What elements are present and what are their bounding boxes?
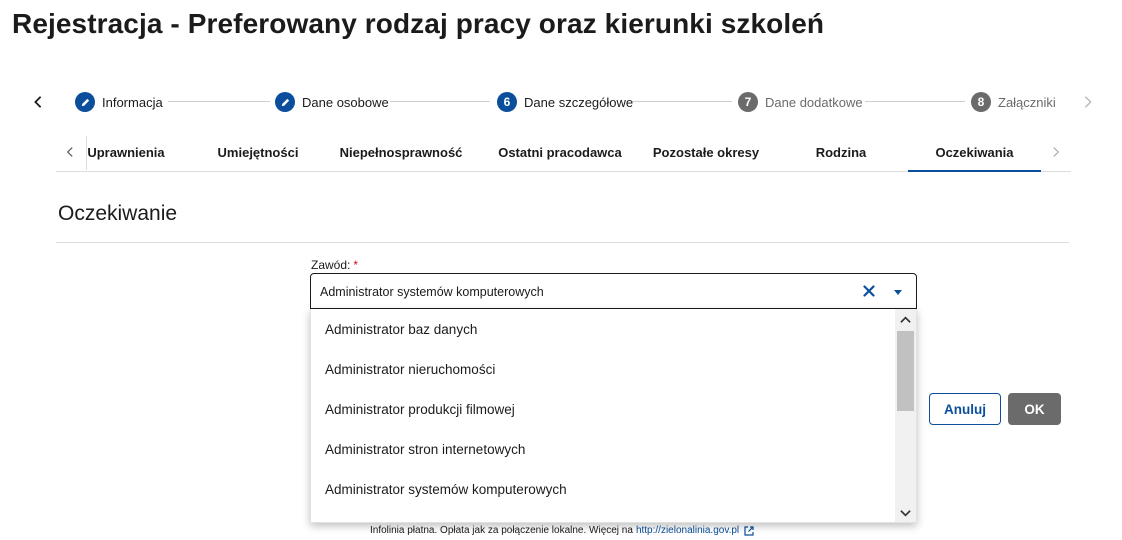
footer-note: Infolinia płatna. Opłata jak za połączen… bbox=[370, 525, 754, 536]
dropdown-option[interactable]: Administrator baz danych bbox=[311, 309, 896, 349]
step-connector bbox=[865, 101, 965, 102]
step-dane-osobowe[interactable]: Dane osobowe bbox=[275, 91, 389, 113]
dropdown-option[interactable]: Administrator stron internetowych bbox=[311, 429, 896, 469]
step-dane-szczegolowe[interactable]: 6 Dane szczegółowe bbox=[497, 91, 633, 113]
cancel-button[interactable]: Anuluj bbox=[929, 393, 1001, 425]
tab-oczekiwania[interactable]: Oczekiwania bbox=[908, 134, 1041, 172]
stepper-prev-button[interactable] bbox=[26, 90, 50, 114]
step-circle bbox=[275, 92, 295, 112]
tab-rodzina[interactable]: Rodzina bbox=[796, 134, 886, 171]
pencil-icon bbox=[281, 98, 289, 106]
step-connector bbox=[390, 101, 490, 102]
tab-uprawnienia[interactable]: Uprawnienia bbox=[86, 134, 166, 171]
dropdown-toggle[interactable] bbox=[891, 285, 905, 299]
page-title: Rejestracja - Preferowany rodzaj pracy o… bbox=[12, 8, 825, 39]
footer-link[interactable]: http://zielonalinia.gov.pl bbox=[636, 525, 739, 536]
subtabs-next-button[interactable] bbox=[1046, 142, 1066, 162]
profession-dropdown-list: Administrator baz danych Administrator n… bbox=[310, 309, 917, 523]
section-title: Oczekiwanie bbox=[58, 202, 178, 225]
step-label: Informacja bbox=[102, 94, 163, 110]
dropdown-option[interactable]: Administrator produkcji filmowej bbox=[311, 389, 896, 429]
step-dane-dodatkowe[interactable]: 7 Dane dodatkowe bbox=[738, 91, 863, 113]
chevron-up-icon bbox=[900, 315, 911, 323]
profession-label: Zawód: * bbox=[311, 258, 358, 272]
footer-note-text: Infolinia płatna. Opłata jak za połączen… bbox=[370, 525, 633, 536]
step-number: 6 bbox=[497, 92, 517, 112]
subtabs-prev-button[interactable] bbox=[60, 142, 80, 162]
pencil-icon bbox=[81, 98, 89, 106]
dropdown-option[interactable]: Administrator nieruchomości bbox=[311, 349, 896, 389]
external-link-icon bbox=[744, 525, 754, 536]
scroll-down-button[interactable] bbox=[895, 504, 916, 522]
chevron-right-icon bbox=[1084, 96, 1092, 108]
step-label: Dane dodatkowe bbox=[765, 94, 863, 110]
tab-niepelnosprawnosc[interactable]: Niepełnosprawność bbox=[336, 134, 466, 171]
step-connector bbox=[168, 101, 270, 102]
dropdown-scrollbar[interactable] bbox=[895, 309, 916, 522]
clear-button[interactable] bbox=[861, 282, 877, 300]
tab-umiejetnosci[interactable]: Umiejętności bbox=[206, 134, 310, 171]
registration-stepper: Informacja Dane osobowe 6 Dane szczegóło… bbox=[0, 82, 1122, 122]
step-label: Dane szczegółowe bbox=[524, 94, 634, 110]
tab-pozostale-okresy[interactable]: Pozostałe okresy bbox=[650, 134, 762, 171]
step-circle bbox=[75, 92, 95, 112]
scrollbar-thumb[interactable] bbox=[897, 331, 914, 411]
profession-combobox[interactable] bbox=[310, 273, 917, 309]
step-label: Dane osobowe bbox=[302, 94, 389, 110]
chevron-left-icon bbox=[66, 147, 73, 157]
close-icon bbox=[863, 285, 875, 297]
step-connector bbox=[632, 101, 732, 102]
profession-input[interactable] bbox=[320, 283, 860, 301]
step-label: Załączniki bbox=[998, 94, 1056, 110]
dropdown-option[interactable]: Administrator systemów komputerowych bbox=[311, 469, 896, 509]
step-number: 7 bbox=[738, 92, 758, 112]
step-number: 8 bbox=[971, 92, 991, 112]
scroll-up-button[interactable] bbox=[895, 310, 916, 328]
chevron-right-icon bbox=[1053, 147, 1060, 157]
step-zalaczniki[interactable]: 8 Załączniki bbox=[971, 91, 1056, 113]
required-mark: * bbox=[353, 258, 359, 272]
subtabs-bar: Uprawnienia Umiejętności Niepełnosprawno… bbox=[56, 134, 1071, 172]
stepper-next-button[interactable] bbox=[1076, 90, 1100, 114]
ok-button[interactable]: OK bbox=[1008, 393, 1061, 425]
step-informacja[interactable]: Informacja bbox=[75, 91, 163, 113]
chevron-down-icon bbox=[900, 509, 911, 517]
section-divider bbox=[56, 242, 1069, 243]
tab-ostatni-pracodawca[interactable]: Ostatni pracodawca bbox=[492, 134, 628, 171]
caret-down-icon bbox=[894, 290, 902, 295]
chevron-left-icon bbox=[34, 96, 42, 108]
profession-label-text: Zawód: bbox=[311, 258, 351, 272]
